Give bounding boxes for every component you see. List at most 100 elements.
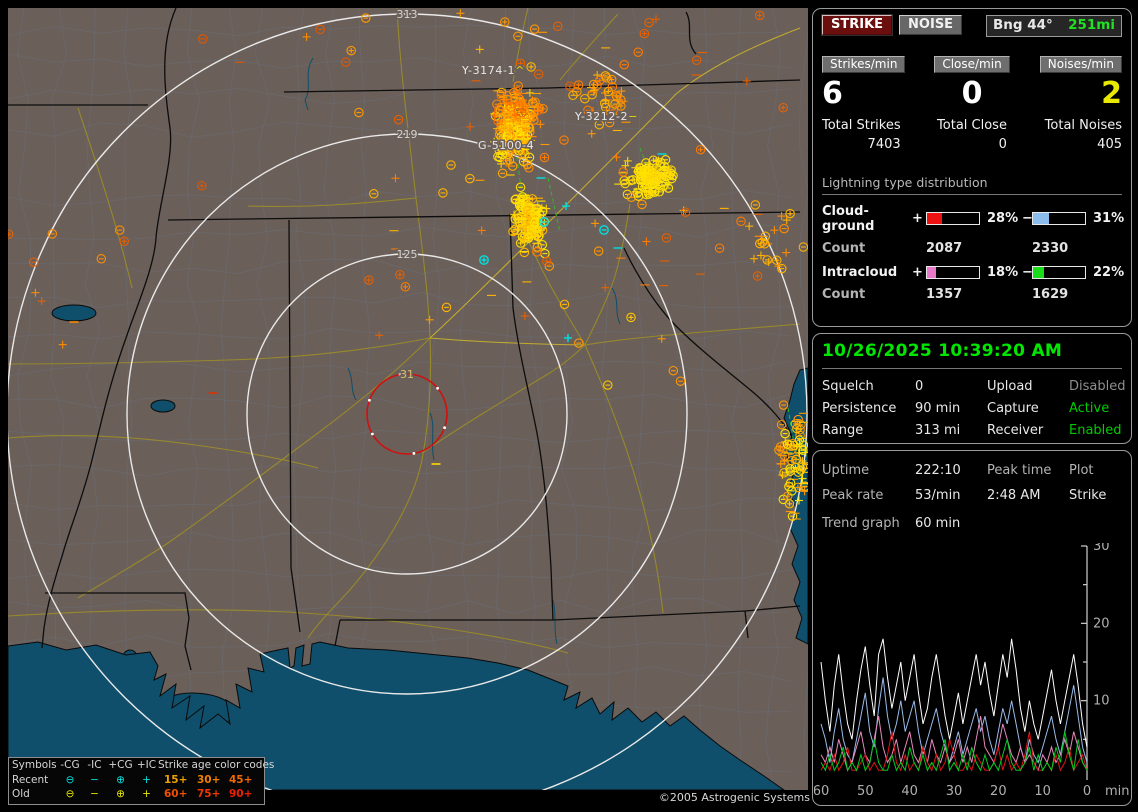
peak-time-label: Peak time — [987, 463, 1052, 478]
status-panel: 10/26/2025 10:39:20 AM Squelch 0 Upload … — [812, 333, 1132, 444]
ic-plus-pct: 18% — [987, 264, 1019, 280]
strike-stats-panel: STRIKE NOISE Bng 44° 251mi Strikes/min 6… — [812, 8, 1132, 327]
svg-text:219: 219 — [397, 128, 418, 141]
total-close-label: Total Close — [937, 117, 1007, 133]
peak-rate-label: Peak rate — [822, 488, 884, 503]
cg-plus-bar — [926, 212, 980, 226]
circle-minus-icon: ⊖ — [65, 788, 75, 801]
total-strikes-label: Total Strikes — [822, 117, 901, 133]
strikes-per-min-button[interactable]: Strikes/min — [822, 55, 906, 73]
legend-header-neg-cg: -CG — [60, 759, 80, 772]
svg-text:20: 20 — [1093, 616, 1110, 631]
close-per-min-column: Close/min 0 Total Close 0 — [926, 55, 1018, 152]
ic-plus-count: 1357 — [926, 286, 963, 302]
trend-panel: Uptime 222:10 Peak time Plot Peak rate 5… — [812, 450, 1132, 806]
intracloud-count-row: Count 1357 1629 — [822, 287, 1122, 302]
age-30: 30+ — [197, 773, 221, 786]
trend-chart: 10 20 30 60 50 40 30 20 10 0 min — [814, 543, 1130, 799]
total-strikes-value: 7403 — [867, 136, 901, 152]
svg-text:Y-3174-1^: Y-3174-1^ — [461, 64, 525, 77]
svg-text:30: 30 — [946, 784, 963, 799]
distance-value: 251mi — [1068, 17, 1115, 33]
plot-label: Plot — [1069, 463, 1094, 478]
trend-window-value: 60 min — [915, 516, 961, 531]
range-value: 313 mi — [915, 423, 961, 438]
svg-text:10: 10 — [1093, 694, 1110, 709]
count-label: Count — [822, 286, 866, 302]
squelch-label: Squelch — [822, 379, 874, 394]
svg-text:G-5100-4: G-5100-4 — [478, 139, 534, 152]
cloud-ground-row: Cloud-ground + 28% − 31% — [822, 203, 1125, 234]
svg-text:60: 60 — [814, 784, 829, 799]
total-close-value: 0 — [998, 136, 1007, 152]
peak-time-value: 2:48 AM — [987, 488, 1041, 503]
svg-text:Y-3212-2−: Y-3212-2− — [574, 110, 638, 123]
bearing-value: Bng 44° — [993, 17, 1053, 33]
cg-minus-pct: 31% — [1093, 211, 1125, 227]
age-45: 45+ — [229, 773, 253, 786]
upload-label: Upload — [987, 379, 1033, 394]
plus-icon: + — [142, 773, 151, 786]
legend-header-neg-ic: -IC — [87, 759, 102, 772]
count-label: Count — [822, 240, 866, 256]
plus-icon: + — [142, 788, 151, 801]
ic-minus-pct: 22% — [1093, 264, 1125, 280]
circle-plus-icon: ⊕ — [116, 788, 125, 801]
persistence-value: 90 min — [915, 401, 961, 416]
close-per-min-value: 0 — [961, 75, 983, 111]
strikes-per-min-value: 6 — [822, 75, 843, 111]
age-15: 15+ — [164, 773, 188, 786]
distribution-title: Lightning type distribution — [822, 175, 1122, 195]
svg-text:31: 31 — [400, 368, 414, 381]
age-60: 60+ — [164, 788, 188, 801]
peak-rate-value: 53/min — [915, 488, 961, 503]
nexstorm-app: { "header": { "strike_btn": "STRIKE", "n… — [0, 0, 1138, 812]
svg-text:min: min — [1105, 784, 1130, 799]
receiver-value: Enabled — [1069, 423, 1122, 438]
persistence-label: Persistence — [822, 401, 897, 416]
close-per-min-button[interactable]: Close/min — [934, 55, 1010, 73]
strikes-per-min-column: Strikes/min 6 Total Strikes 7403 — [822, 55, 914, 152]
circle-minus-icon: ⊖ — [65, 773, 75, 786]
svg-text:20: 20 — [990, 784, 1007, 799]
capture-label: Capture — [987, 401, 1039, 416]
range-label: Range — [822, 423, 864, 438]
legend-header-pos-ic: +IC — [136, 759, 157, 772]
lightning-map[interactable]: 313 219 125 31 Y-3174-1^ Y-3212-2− G-5100-4 — [8, 8, 808, 790]
age-90: 90+ — [229, 788, 253, 801]
uptime-label: Uptime — [822, 463, 870, 478]
cg-minus-count: 2330 — [1032, 240, 1069, 256]
datetime-display: 10/26/2025 10:39:20 AM — [822, 338, 1122, 369]
svg-text:125: 125 — [397, 248, 418, 261]
uptime-value: 222:10 — [915, 463, 961, 478]
plot-value: Strike — [1069, 488, 1107, 503]
plus-sign: + — [912, 264, 923, 280]
legend-header-pos-cg: +CG — [108, 759, 133, 772]
legend-row-old-label: Old — [12, 788, 30, 801]
minus-sign: − — [1022, 211, 1033, 227]
receiver-label: Receiver — [987, 423, 1044, 438]
legend-row-recent-label: Recent — [12, 773, 49, 786]
map-canvas: 313 219 125 31 Y-3174-1^ Y-3212-2− G-5100-4 — [8, 8, 808, 790]
strike-mode-button[interactable]: STRIKE — [820, 13, 894, 37]
trend-graph-label: Trend graph — [822, 516, 900, 531]
ic-minus-bar — [1032, 265, 1086, 279]
ic-minus-count: 1629 — [1032, 286, 1069, 302]
cloud-ground-label: Cloud-ground — [822, 203, 875, 234]
circle-plus-icon: ⊕ — [116, 773, 125, 786]
noise-mode-button[interactable]: NOISE — [899, 15, 963, 36]
svg-text:40: 40 — [901, 784, 918, 799]
intracloud-label: Intracloud — [822, 264, 898, 280]
total-noises-label: Total Noises — [1044, 117, 1122, 133]
svg-text:50: 50 — [857, 784, 874, 799]
svg-text:10: 10 — [1034, 784, 1051, 799]
squelch-value: 0 — [915, 379, 924, 394]
noises-per-min-button[interactable]: Noises/min — [1039, 55, 1122, 73]
minus-icon: − — [90, 788, 99, 801]
minus-icon: − — [90, 773, 99, 786]
age-75: 75+ — [197, 788, 221, 801]
symbol-legend: Symbols -CG -IC +CG +IC Strike age color… — [8, 757, 274, 805]
cloud-ground-count-row: Count 2087 2330 — [822, 241, 1122, 256]
svg-text:0: 0 — [1083, 784, 1091, 799]
minus-sign: − — [1022, 264, 1033, 280]
